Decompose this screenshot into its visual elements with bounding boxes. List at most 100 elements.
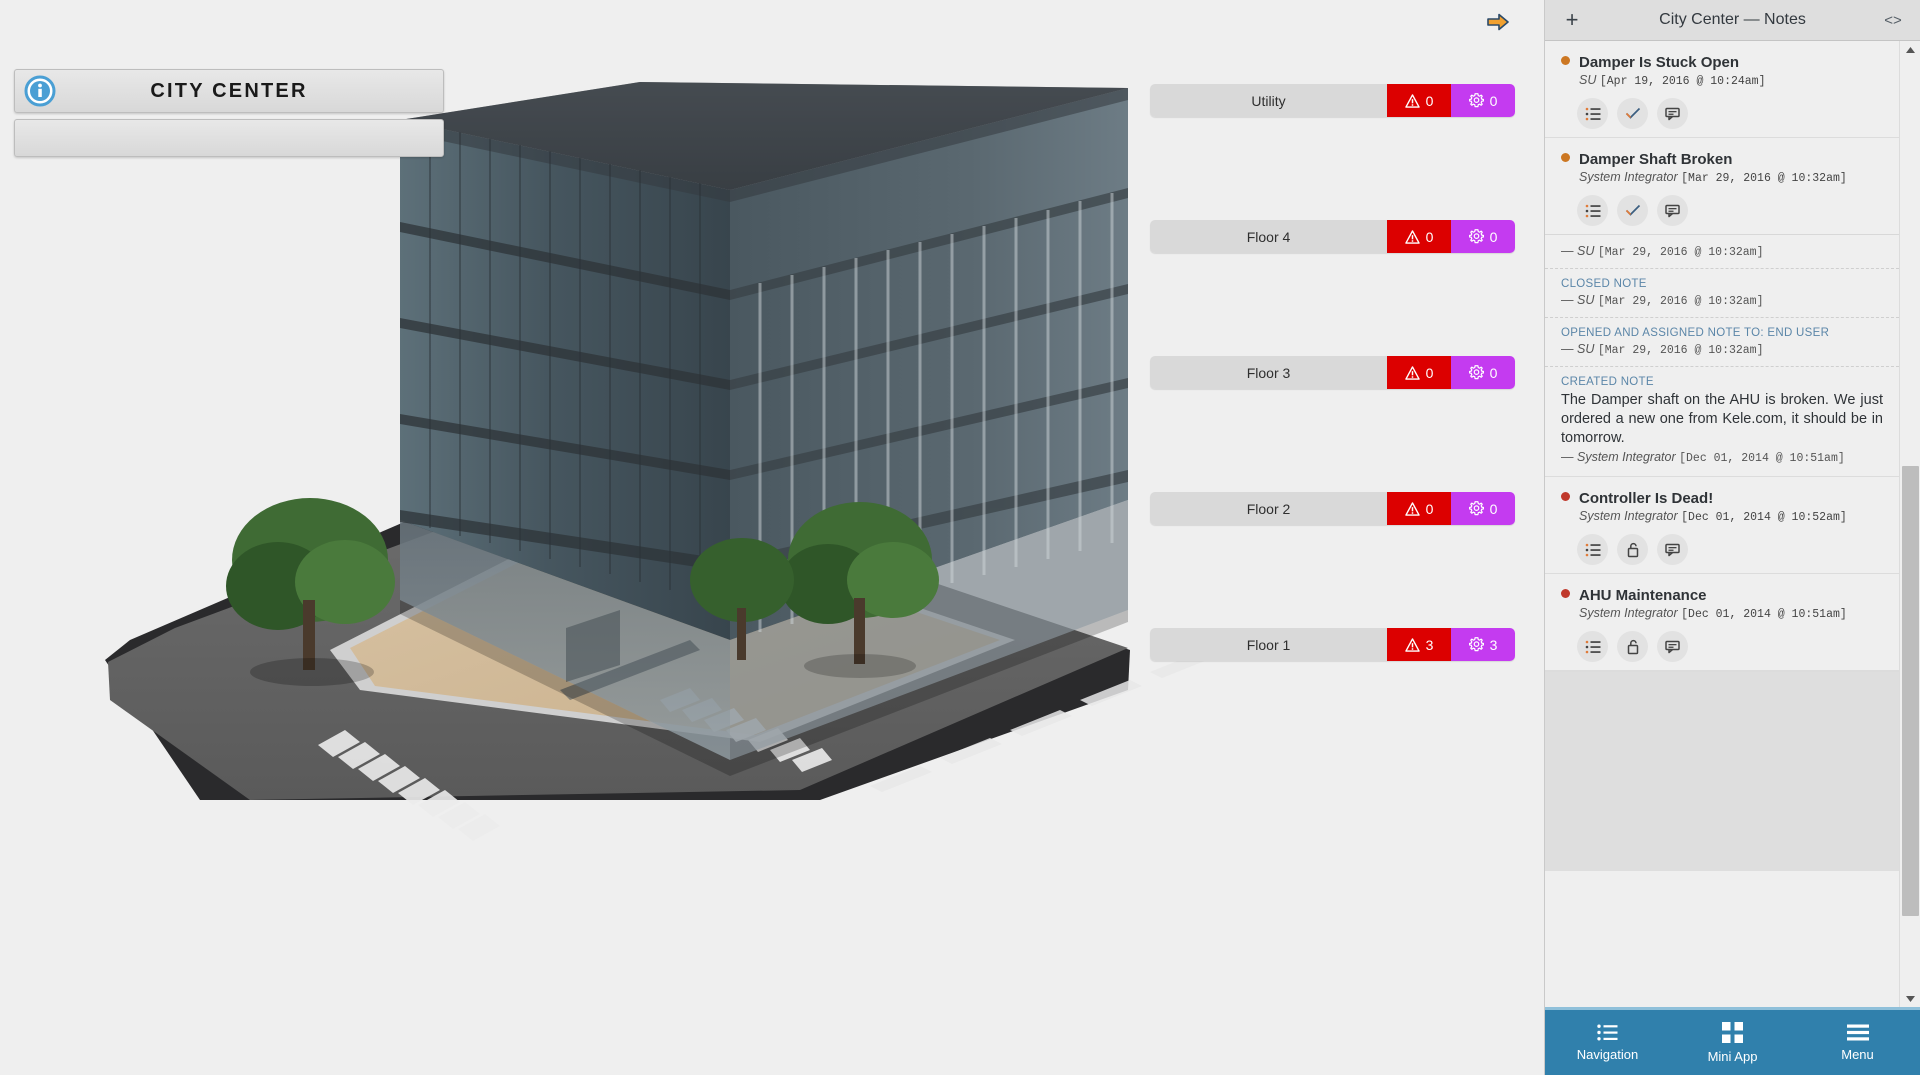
note-details-button[interactable] (1577, 631, 1608, 663)
gear-icon (1468, 365, 1484, 380)
alarm-triangle-icon (1404, 501, 1420, 516)
code-view-button[interactable]: <> (1880, 7, 1906, 33)
note-details-button[interactable] (1577, 98, 1608, 129)
building-title-widget: CITY CENTER (14, 69, 444, 157)
info-circle-icon[interactable] (24, 75, 56, 107)
triangle-down-icon (1906, 995, 1915, 1002)
note-meta: System Integrator [Dec 01, 2014 @ 10:51a… (1579, 606, 1883, 621)
check-icon (1625, 204, 1640, 216)
floor-alarm-badge[interactable]: 0 (1387, 492, 1451, 525)
point-count: 0 (1489, 92, 1498, 109)
note-comment-button[interactable] (1657, 631, 1688, 663)
notes-panel-header: + City Center — Notes <> (1545, 0, 1920, 41)
alarm-count: 0 (1425, 364, 1434, 381)
log-author: SU (1576, 293, 1595, 307)
floor-alarm-badge[interactable]: 3 (1387, 628, 1451, 661)
gear-icon (1468, 637, 1484, 652)
note-title: Controller Is Dead! (1579, 490, 1714, 508)
unlock-icon (1627, 639, 1638, 655)
notes-scrollbar[interactable] (1899, 41, 1920, 1007)
scrollbar-thumb[interactable] (1902, 466, 1919, 916)
scroll-up-button[interactable] (1900, 41, 1920, 58)
floor-alarm-badge[interactable]: 0 (1387, 84, 1451, 117)
alarm-triangle-icon (1404, 229, 1420, 244)
note-actions (1577, 534, 1883, 566)
list-icon (1585, 107, 1600, 120)
note-item[interactable]: Damper Shaft Broken System Integrator [M… (1545, 138, 1899, 228)
floor-row-floor-1[interactable]: Floor 1 3 3 (1150, 628, 1515, 661)
log-signature: — System Integrator [Dec 01, 2014 @ 10:5… (1561, 450, 1845, 466)
floor-point-badge[interactable]: 0 (1451, 356, 1515, 389)
notes-list-empty-space (1545, 671, 1899, 872)
note-status-dot (1561, 589, 1570, 599)
log-signature: — SU [Mar 29, 2016 @ 10:32am] (1561, 342, 1764, 357)
floor-label: Floor 4 (1150, 220, 1387, 253)
bottom-navigation-bar: Navigation Mini App Menu (1545, 1007, 1920, 1075)
floor-point-badge[interactable]: 0 (1451, 220, 1515, 253)
note-item[interactable]: AHU Maintenance System Integrator [Dec 0… (1545, 574, 1899, 672)
note-author: System Integrator (1579, 170, 1678, 184)
note-item[interactable]: Controller Is Dead! System Integrator [D… (1545, 476, 1899, 575)
floor-label: Utility (1150, 84, 1387, 117)
comment-icon (1664, 640, 1680, 654)
log-signature: — SU [Mar 29, 2016 @ 10:32am] (1561, 293, 1764, 308)
list-icon (1596, 1024, 1617, 1040)
note-details-button[interactable] (1577, 195, 1608, 226)
log-entry: OPENED AND ASSIGNED NOTE TO: END USER — … (1545, 317, 1899, 366)
log-author: SU (1576, 244, 1595, 258)
scroll-down-button[interactable] (1900, 990, 1920, 1007)
floor-point-badge[interactable]: 3 (1451, 628, 1515, 661)
list-icon (1585, 204, 1600, 217)
log-label: CREATED NOTE (1561, 376, 1654, 388)
log-entry: CREATED NOTE The Damper shaft on the AHU… (1545, 366, 1899, 474)
nav-item-navigation[interactable]: Navigation (1545, 1010, 1670, 1075)
notes-panel-title: City Center — Notes (1659, 11, 1806, 28)
alarm-count: 0 (1425, 228, 1434, 245)
nav-item-menu[interactable]: Menu (1795, 1010, 1920, 1075)
note-timestamp: [Dec 01, 2014 @ 10:51am] (1681, 608, 1847, 622)
note-header: Controller Is Dead! (1561, 490, 1883, 507)
building-3d-viewport[interactable]: CITY CENTER Utility 0 0 Floor 4 0 0 Floo… (0, 0, 1544, 1075)
floor-alarm-badge[interactable]: 0 (1387, 220, 1451, 253)
note-activity-log: — SU [Mar 29, 2016 @ 10:32am] CLOSED NOT… (1545, 234, 1899, 474)
floor-row-floor-2[interactable]: Floor 2 0 0 (1150, 492, 1515, 525)
alarm-triangle-icon (1404, 93, 1420, 108)
gear-icon (1468, 501, 1484, 516)
nav-item-mini-app[interactable]: Mini App (1670, 1010, 1795, 1075)
title-bar[interactable]: CITY CENTER (14, 69, 444, 113)
notes-list[interactable]: Damper Is Stuck Open SU [Apr 19, 2016 @ … (1545, 41, 1920, 1007)
note-reopen-button[interactable] (1617, 534, 1648, 566)
alarm-count: 0 (1425, 500, 1434, 517)
floor-point-badge[interactable]: 0 (1451, 84, 1515, 117)
alarm-count: 3 (1425, 636, 1434, 653)
floor-label: Floor 2 (1150, 492, 1387, 525)
check-icon (1625, 107, 1640, 119)
add-note-button[interactable]: + (1559, 7, 1585, 33)
note-title: Damper Shaft Broken (1579, 151, 1733, 168)
note-comment-button[interactable] (1657, 195, 1688, 226)
triangle-up-icon (1906, 46, 1915, 53)
floor-point-badge[interactable]: 0 (1451, 492, 1515, 525)
note-title: Damper Is Stuck Open (1579, 54, 1740, 71)
note-item[interactable]: Damper Is Stuck Open SU [Apr 19, 2016 @ … (1545, 41, 1899, 138)
note-actions (1577, 98, 1883, 129)
note-author: SU (1579, 73, 1597, 87)
note-details-button[interactable] (1577, 534, 1608, 566)
floor-row-floor-4[interactable]: Floor 4 0 0 (1150, 220, 1515, 253)
note-meta: SU [Apr 19, 2016 @ 10:24am] (1579, 73, 1883, 88)
floor-alarm-badge[interactable]: 0 (1387, 356, 1451, 389)
alarm-triangle-icon (1404, 365, 1420, 380)
note-reopen-button[interactable] (1617, 631, 1648, 663)
note-comment-button[interactable] (1657, 534, 1688, 566)
floor-row-floor-3[interactable]: Floor 3 0 0 (1150, 356, 1515, 389)
title-subbar[interactable] (14, 119, 444, 157)
floor-label: Floor 1 (1150, 628, 1387, 661)
log-entry: CLOSED NOTE — SU [Mar 29, 2016 @ 10:32am… (1545, 268, 1899, 317)
note-comment-button[interactable] (1657, 98, 1688, 129)
note-close-button[interactable] (1617, 195, 1648, 226)
note-timestamp: [Mar 29, 2016 @ 10:32am] (1681, 172, 1847, 185)
note-close-button[interactable] (1617, 98, 1648, 129)
floor-row-utility[interactable]: Utility 0 0 (1150, 84, 1515, 117)
unlock-icon (1627, 542, 1638, 558)
share-arrow-icon[interactable] (1484, 8, 1512, 36)
